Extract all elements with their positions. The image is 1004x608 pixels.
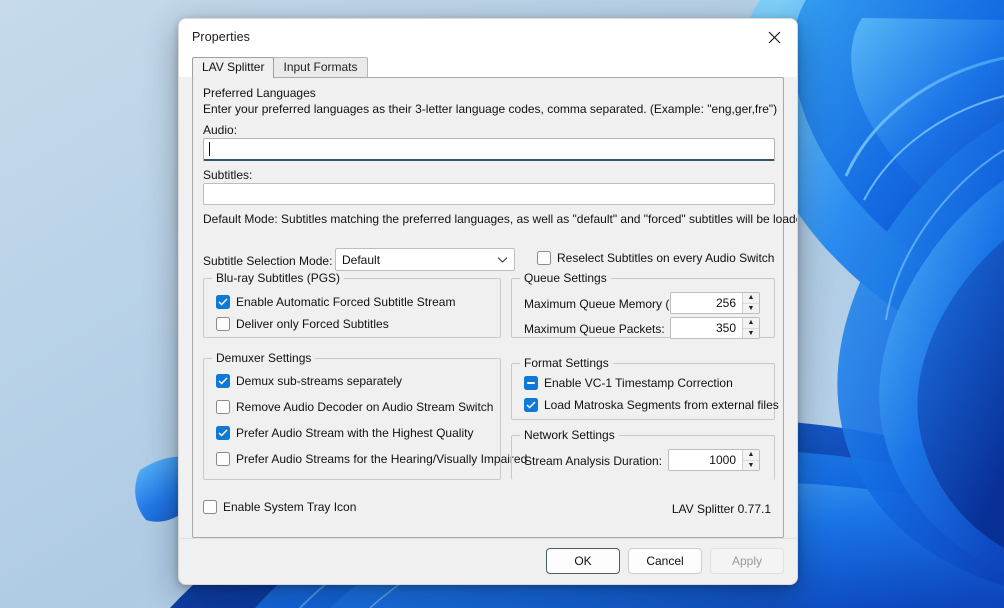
checkbox-box	[203, 500, 217, 514]
tab-input-formats-label: Input Formats	[283, 60, 358, 74]
enable-vc1-timestamp-correction-label: Enable VC-1 Timestamp Correction	[544, 376, 733, 390]
audio-input[interactable]	[203, 138, 775, 161]
subtitles-label: Subtitles:	[203, 168, 253, 182]
spinner-up-button[interactable]: ▲	[743, 450, 759, 461]
maximum-queue-memory-spinner[interactable]: 256 ▲ ▼	[670, 292, 760, 314]
bluray-subtitles-group-title: Blu-ray Subtitles (PGS)	[212, 271, 345, 285]
text-caret	[209, 142, 210, 156]
queue-settings-group-title: Queue Settings	[520, 271, 611, 285]
apply-button: Apply	[710, 548, 784, 574]
version-text: LAV Splitter 0.77.1	[671, 502, 771, 516]
ok-button[interactable]: OK	[546, 548, 620, 574]
subtitle-selection-mode-select[interactable]: Default	[335, 248, 515, 271]
properties-dialog: Properties LAV Splitter Input Formats Pr…	[178, 18, 798, 585]
prefer-highest-quality-audio-label: Prefer Audio Stream with the Highest Qua…	[236, 426, 474, 440]
cancel-button[interactable]: Cancel	[628, 548, 702, 574]
spinner-down-button[interactable]: ▼	[743, 329, 759, 339]
spinner-buttons: ▲ ▼	[742, 450, 759, 470]
enable-system-tray-icon-label: Enable System Tray Icon	[223, 500, 357, 514]
tab-lav-splitter-label: LAV Splitter	[202, 60, 265, 74]
tab-input-formats[interactable]: Input Formats	[273, 57, 368, 78]
preferred-languages-heading: Preferred Languages	[203, 86, 316, 100]
format-settings-group: Format Settings Enable VC-1 Timestamp Co…	[511, 356, 779, 420]
subtitles-input[interactable]	[203, 183, 775, 205]
enable-system-tray-icon-checkbox[interactable]: Enable System Tray Icon	[203, 500, 356, 514]
checkbox-box	[537, 251, 551, 265]
stream-analysis-duration-value: 1000	[669, 450, 742, 470]
checkbox-box	[216, 374, 230, 388]
dialog-titlebar[interactable]: Properties	[179, 19, 797, 55]
demuxer-settings-group: Demuxer Settings Demux sub-streams separ…	[203, 351, 527, 480]
enable-automatic-forced-subtitle-stream-checkbox[interactable]: Enable Automatic Forced Subtitle Stream	[216, 295, 455, 309]
close-button[interactable]	[751, 19, 797, 55]
subtitle-selection-mode-label: Subtitle Selection Mode:	[203, 254, 333, 268]
load-matroska-segments-checkbox[interactable]: Load Matroska Segments from external fil…	[524, 398, 779, 412]
spinner-buttons: ▲ ▼	[742, 293, 759, 313]
footer-separator	[179, 538, 797, 539]
spinner-up-button[interactable]: ▲	[743, 293, 759, 304]
checkbox-box	[216, 317, 230, 331]
chevron-down-icon	[497, 256, 508, 263]
maximum-queue-packets-value: 350	[671, 318, 742, 338]
bluray-subtitles-group: Blu-ray Subtitles (PGS) Enable Automatic…	[203, 271, 501, 338]
checkbox-box	[216, 452, 230, 466]
network-settings-group-title: Network Settings	[520, 428, 619, 442]
preferred-languages-description: Enter your preferred languages as their …	[203, 102, 778, 116]
deliver-only-forced-subtitles-checkbox[interactable]: Deliver only Forced Subtitles	[216, 317, 389, 331]
queue-settings-group: Queue Settings Maximum Queue Memory (MB)…	[511, 271, 775, 339]
stream-analysis-duration-label: Stream Analysis Duration:	[524, 454, 663, 468]
subtitle-selection-mode-value: Default	[342, 252, 381, 267]
apply-button-label: Apply	[731, 554, 763, 568]
deliver-only-forced-subtitles-label: Deliver only Forced Subtitles	[236, 317, 389, 331]
remove-audio-decoder-checkbox[interactable]: Remove Audio Decoder on Audio Stream Swi…	[216, 400, 493, 414]
spinner-buttons: ▲ ▼	[742, 318, 759, 338]
checkbox-box	[524, 398, 538, 412]
prefer-impaired-audio-checkbox[interactable]: Prefer Audio Streams for the Hearing/Vis…	[216, 452, 527, 466]
spinner-down-button[interactable]: ▼	[743, 461, 759, 471]
tab-strip: LAV Splitter Input Formats	[179, 55, 797, 78]
checkbox-box	[216, 426, 230, 440]
network-settings-group: Network Settings Stream Analysis Duratio…	[511, 428, 775, 480]
format-settings-group-title: Format Settings	[520, 356, 613, 370]
dialog-title: Properties	[192, 30, 250, 44]
checkbox-box	[216, 400, 230, 414]
prefer-highest-quality-audio-checkbox[interactable]: Prefer Audio Stream with the Highest Qua…	[216, 426, 473, 440]
maximum-queue-packets-label: Maximum Queue Packets:	[524, 322, 665, 336]
stream-analysis-duration-spinner[interactable]: 1000 ▲ ▼	[668, 449, 760, 471]
checkbox-box	[524, 376, 538, 390]
tab-lav-splitter[interactable]: LAV Splitter	[192, 57, 275, 78]
tab-content-panel: Preferred Languages Enter your preferred…	[192, 77, 797, 538]
demux-substreams-separately-checkbox[interactable]: Demux sub-streams separately	[216, 374, 402, 388]
remove-audio-decoder-label: Remove Audio Decoder on Audio Stream Swi…	[236, 400, 494, 414]
enable-automatic-forced-subtitle-stream-label: Enable Automatic Forced Subtitle Stream	[236, 295, 456, 309]
audio-label: Audio:	[203, 123, 238, 137]
prefer-impaired-audio-label: Prefer Audio Streams for the Hearing/Vis…	[236, 452, 528, 466]
spinner-up-button[interactable]: ▲	[743, 318, 759, 329]
maximum-queue-memory-value: 256	[671, 293, 742, 313]
dialog-button-bar: OK Cancel Apply	[546, 548, 784, 574]
default-mode-note: Default Mode: Subtitles matching the pre…	[203, 212, 798, 226]
spinner-down-button[interactable]: ▼	[743, 304, 759, 314]
checkbox-box	[216, 295, 230, 309]
load-matroska-segments-label: Load Matroska Segments from external fil…	[544, 398, 779, 412]
enable-vc1-timestamp-correction-checkbox[interactable]: Enable VC-1 Timestamp Correction	[524, 376, 733, 390]
close-icon	[768, 31, 780, 43]
demuxer-settings-group-title: Demuxer Settings	[212, 351, 316, 365]
cancel-button-label: Cancel	[646, 554, 684, 568]
reselect-subtitles-label: Reselect Subtitles on every Audio Switch	[557, 251, 775, 265]
reselect-subtitles-checkbox[interactable]: Reselect Subtitles on every Audio Switch	[537, 251, 774, 265]
demux-substreams-separately-label: Demux sub-streams separately	[236, 374, 403, 388]
maximum-queue-packets-spinner[interactable]: 350 ▲ ▼	[670, 317, 760, 339]
ok-button-label: OK	[574, 554, 592, 568]
